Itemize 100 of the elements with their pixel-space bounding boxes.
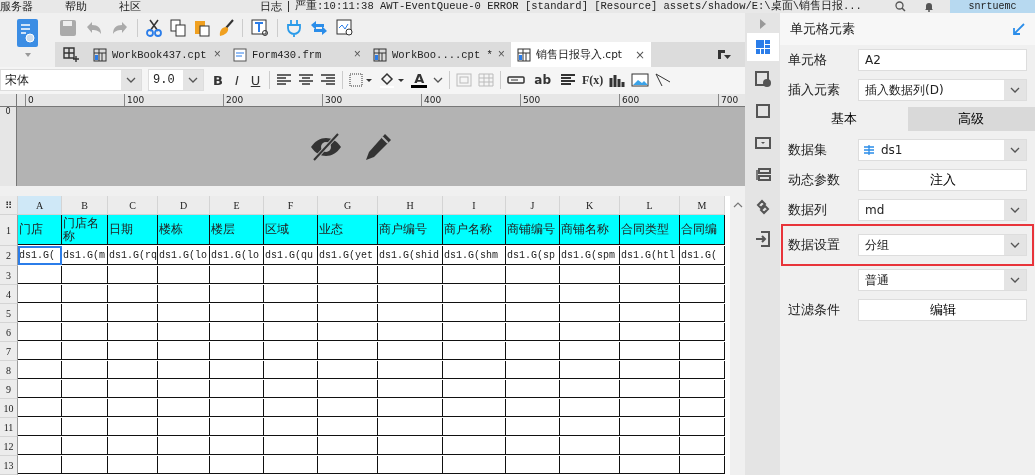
- font-size-dropdown[interactable]: 9.0: [148, 69, 204, 92]
- close-icon[interactable]: ×: [213, 47, 221, 62]
- side-tool[interactable]: [746, 33, 779, 61]
- swap-icon[interactable]: [310, 19, 328, 36]
- column-header[interactable]: F: [264, 196, 318, 215]
- row-number[interactable]: 8: [0, 361, 18, 380]
- text-search-icon[interactable]: [251, 18, 269, 37]
- menu-item[interactable]: 帮助: [65, 0, 87, 13]
- file-tab[interactable]: 销售日报导入.cpt ×: [511, 42, 652, 67]
- empty-cell: [264, 342, 318, 360]
- table-cell: ds1.G(shid: [378, 246, 443, 265]
- align-right-icon[interactable]: [320, 73, 337, 88]
- underline-button[interactable]: U: [247, 72, 264, 88]
- column-header[interactable]: E: [210, 196, 264, 215]
- chart-search-icon[interactable]: [336, 18, 354, 37]
- align-left-icon[interactable]: [276, 73, 293, 88]
- log-label[interactable]: 日志: [260, 0, 282, 13]
- row-number[interactable]: 10: [0, 399, 18, 418]
- import-icon[interactable]: [753, 230, 772, 248]
- image-icon[interactable]: [631, 73, 650, 88]
- align-center-icon[interactable]: [298, 73, 315, 88]
- row-number[interactable]: 2: [0, 246, 18, 266]
- column-header[interactable]: L: [620, 196, 680, 215]
- dropdown-box-icon[interactable]: [753, 134, 772, 152]
- formula-button[interactable]: F(x): [582, 72, 604, 88]
- column-header[interactable]: K: [560, 196, 620, 215]
- brush-icon[interactable]: [218, 18, 234, 37]
- column-header[interactable]: B: [62, 196, 108, 215]
- grid-icon[interactable]: [753, 38, 772, 56]
- table-cell: ds1.G(sp: [506, 246, 560, 265]
- slash-line-icon[interactable]: [655, 73, 672, 88]
- font-color-button[interactable]: A: [411, 72, 428, 88]
- close-icon[interactable]: ×: [497, 47, 506, 62]
- bar-chart-icon[interactable]: [609, 73, 626, 88]
- arrow-icon[interactable]: [1013, 23, 1025, 35]
- pencil-icon[interactable]: [363, 131, 393, 162]
- close-icon[interactable]: ×: [353, 47, 361, 62]
- column-header[interactable]: D: [158, 196, 210, 215]
- frame-icon[interactable]: [753, 102, 772, 120]
- font-dropdown[interactable]: 宋体: [0, 69, 142, 92]
- scroll-up-icon[interactable]: [732, 202, 743, 208]
- column-header[interactable]: A: [18, 196, 62, 215]
- empty-cell: [264, 437, 318, 455]
- paste-icon[interactable]: [194, 18, 210, 37]
- text-button[interactable]: ab: [531, 73, 555, 88]
- row-number[interactable]: 3: [0, 266, 18, 285]
- user-name[interactable]: snrtuemc: [950, 0, 1035, 13]
- row-number[interactable]: 6: [0, 323, 18, 342]
- row-number[interactable]: 5: [0, 304, 18, 323]
- empty-cell: [443, 342, 506, 360]
- document-search-icon[interactable]: [16, 19, 39, 47]
- select-all-corner[interactable]: ⠿: [0, 196, 18, 215]
- row-number[interactable]: 4: [0, 285, 18, 304]
- action-button[interactable]: 编辑: [858, 299, 1027, 321]
- layout-icon[interactable]: [753, 166, 772, 184]
- fill-color-icon[interactable]: [379, 72, 406, 89]
- empty-cell: [620, 361, 680, 379]
- menu-item[interactable]: 服务器: [0, 0, 33, 13]
- empty-cell: [62, 361, 108, 379]
- empty-cell: [443, 399, 506, 417]
- bold-button[interactable]: B: [210, 72, 226, 88]
- dropdown-field[interactable]: md: [858, 199, 1027, 221]
- cut-icon[interactable]: [146, 18, 162, 37]
- menu-item[interactable]: 社区: [119, 0, 141, 13]
- row-number[interactable]: 13: [0, 456, 18, 475]
- dropdown-field[interactable]: 分组: [858, 234, 1027, 256]
- table-info-icon[interactable]: [753, 70, 772, 88]
- row-number[interactable]: 12: [0, 437, 18, 456]
- cell-field[interactable]: A2: [858, 49, 1027, 71]
- plug-icon[interactable]: [286, 18, 302, 37]
- row-number[interactable]: 7: [0, 342, 18, 361]
- close-icon[interactable]: ×: [634, 47, 646, 62]
- column-header[interactable]: G: [318, 196, 378, 215]
- empty-cell: [318, 456, 378, 474]
- bell-icon[interactable]: [924, 1, 934, 12]
- italic-button[interactable]: I: [231, 72, 242, 88]
- dataset-dropdown[interactable]: ds1: [858, 139, 1027, 161]
- column-header[interactable]: H: [378, 196, 443, 215]
- text-field-icon[interactable]: [507, 76, 526, 85]
- paragraph-icon[interactable]: [560, 73, 577, 88]
- border-icon[interactable]: [349, 73, 374, 88]
- row-number[interactable]: 9: [0, 380, 18, 399]
- add-table-icon[interactable]: [63, 46, 79, 63]
- column-header[interactable]: J: [506, 196, 560, 215]
- action-button[interactable]: 注入: [858, 169, 1027, 191]
- dropdown-field[interactable]: 普通: [858, 269, 1027, 291]
- eye-off-icon[interactable]: [309, 131, 343, 162]
- column-header[interactable]: I: [443, 196, 506, 215]
- copy-icon[interactable]: [170, 18, 186, 37]
- search-icon[interactable]: [895, 1, 906, 12]
- column-header[interactable]: M: [680, 196, 725, 215]
- empty-cell: [378, 380, 443, 398]
- tab-menu-icon[interactable]: [717, 48, 731, 61]
- insert-dropdown[interactable]: 插入数据列(D): [858, 79, 1027, 101]
- row-number[interactable]: 1: [0, 215, 18, 246]
- panel-tab[interactable]: 高级: [907, 107, 1035, 131]
- row-number[interactable]: 11: [0, 418, 18, 437]
- merge-cells-icon[interactable]: [456, 73, 473, 88]
- column-header[interactable]: C: [108, 196, 158, 215]
- empty-cell: [264, 361, 318, 379]
